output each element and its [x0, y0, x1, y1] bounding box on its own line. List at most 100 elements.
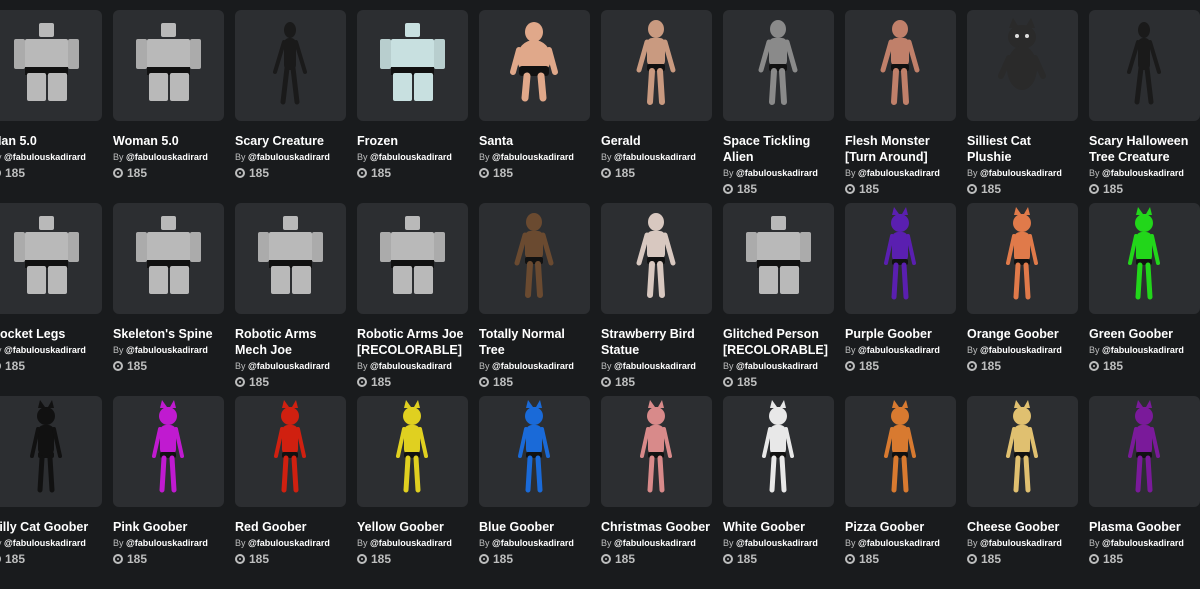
item-thumbnail[interactable] [479, 203, 590, 314]
creator-link[interactable]: @fabulouskadirard [370, 538, 452, 548]
item-name[interactable]: Cheese Goober [967, 519, 1078, 535]
item-thumbnail[interactable] [0, 10, 102, 121]
item-thumbnail[interactable] [479, 10, 590, 121]
catalog-item-card[interactable]: Purple Goober By @fabulouskadirard 185 [845, 203, 956, 396]
catalog-item-card[interactable]: Man 5.0 By @fabulouskadirard 185 [0, 10, 102, 203]
item-thumbnail[interactable] [479, 396, 590, 507]
item-name[interactable]: Santa [479, 133, 590, 149]
catalog-item-card[interactable]: Plasma Goober By @fabulouskadirard 185 [1089, 396, 1200, 589]
item-name[interactable]: Flesh Monster [Turn Around] [845, 133, 956, 165]
creator-link[interactable]: @fabulouskadirard [980, 345, 1062, 355]
item-name[interactable]: Scary Halloween Tree Creature [1089, 133, 1200, 165]
item-name[interactable]: Pink Goober [113, 519, 224, 535]
creator-link[interactable]: @fabulouskadirard [614, 538, 696, 548]
item-thumbnail[interactable] [1089, 10, 1200, 121]
item-thumbnail[interactable] [723, 396, 834, 507]
item-thumbnail[interactable] [967, 396, 1078, 507]
item-thumbnail[interactable] [1089, 203, 1200, 314]
creator-link[interactable]: @fabulouskadirard [614, 361, 696, 371]
item-thumbnail[interactable] [235, 203, 346, 314]
catalog-item-card[interactable]: Santa By @fabulouskadirard 185 [479, 10, 590, 203]
catalog-item-card[interactable]: Flesh Monster [Turn Around] By @fabulous… [845, 10, 956, 203]
creator-link[interactable]: @fabulouskadirard [248, 538, 330, 548]
item-thumbnail[interactable] [845, 10, 956, 121]
creator-link[interactable]: @fabulouskadirard [736, 168, 818, 178]
catalog-item-card[interactable]: Yellow Goober By @fabulouskadirard 185 [357, 396, 468, 589]
item-name[interactable]: Silly Cat Goober [0, 519, 102, 535]
catalog-item-card[interactable]: Pink Goober By @fabulouskadirard 185 [113, 396, 224, 589]
creator-link[interactable]: @fabulouskadirard [248, 152, 330, 162]
creator-link[interactable]: @fabulouskadirard [736, 361, 818, 371]
item-thumbnail[interactable] [0, 396, 102, 507]
item-thumbnail[interactable] [601, 203, 712, 314]
creator-link[interactable]: @fabulouskadirard [4, 152, 86, 162]
item-name[interactable]: Totally Normal Tree [479, 326, 590, 358]
item-name[interactable]: Orange Goober [967, 326, 1078, 342]
catalog-item-card[interactable]: Cheese Goober By @fabulouskadirard 185 [967, 396, 1078, 589]
creator-link[interactable]: @fabulouskadirard [4, 538, 86, 548]
creator-link[interactable]: @fabulouskadirard [980, 538, 1062, 548]
catalog-item-card[interactable]: Robotic Arms Mech Joe By @fabulouskadira… [235, 203, 346, 396]
catalog-item-card[interactable]: Red Goober By @fabulouskadirard 185 [235, 396, 346, 589]
creator-link[interactable]: @fabulouskadirard [4, 345, 86, 355]
item-name[interactable]: Rocket Legs [0, 326, 102, 342]
creator-link[interactable]: @fabulouskadirard [614, 152, 696, 162]
creator-link[interactable]: @fabulouskadirard [126, 538, 208, 548]
creator-link[interactable]: @fabulouskadirard [370, 361, 452, 371]
creator-link[interactable]: @fabulouskadirard [858, 538, 940, 548]
item-name[interactable]: Space Tickling Alien [723, 133, 834, 165]
item-name[interactable]: White Goober [723, 519, 834, 535]
item-thumbnail[interactable] [845, 396, 956, 507]
item-name[interactable]: Christmas Goober [601, 519, 712, 535]
item-name[interactable]: Silliest Cat Plushie [967, 133, 1078, 165]
item-thumbnail[interactable] [235, 396, 346, 507]
item-name[interactable]: Pizza Goober [845, 519, 956, 535]
catalog-item-card[interactable]: Strawberry Bird Statue By @fabulouskadir… [601, 203, 712, 396]
catalog-item-card[interactable]: Frozen By @fabulouskadirard 185 [357, 10, 468, 203]
item-thumbnail[interactable] [357, 10, 468, 121]
creator-link[interactable]: @fabulouskadirard [1102, 345, 1184, 355]
item-name[interactable]: Yellow Goober [357, 519, 468, 535]
item-thumbnail[interactable] [1089, 396, 1200, 507]
item-name[interactable]: Red Goober [235, 519, 346, 535]
item-thumbnail[interactable] [357, 396, 468, 507]
catalog-item-card[interactable]: Robotic Arms Joe [RECOLORABLE] By @fabul… [357, 203, 468, 396]
item-thumbnail[interactable] [723, 10, 834, 121]
item-name[interactable]: Purple Goober [845, 326, 956, 342]
catalog-item-card[interactable]: Totally Normal Tree By @fabulouskadirard… [479, 203, 590, 396]
creator-link[interactable]: @fabulouskadirard [492, 152, 574, 162]
catalog-item-card[interactable]: Christmas Goober By @fabulouskadirard 18… [601, 396, 712, 589]
creator-link[interactable]: @fabulouskadirard [248, 361, 330, 371]
item-name[interactable]: Woman 5.0 [113, 133, 224, 149]
creator-link[interactable]: @fabulouskadirard [980, 168, 1062, 178]
catalog-item-card[interactable]: Woman 5.0 By @fabulouskadirard 185 [113, 10, 224, 203]
creator-link[interactable]: @fabulouskadirard [370, 152, 452, 162]
item-name[interactable]: Blue Goober [479, 519, 590, 535]
item-thumbnail[interactable] [601, 10, 712, 121]
item-name[interactable]: Robotic Arms Joe [RECOLORABLE] [357, 326, 468, 358]
creator-link[interactable]: @fabulouskadirard [1102, 168, 1184, 178]
creator-link[interactable]: @fabulouskadirard [736, 538, 818, 548]
item-thumbnail[interactable] [113, 396, 224, 507]
creator-link[interactable]: @fabulouskadirard [126, 152, 208, 162]
creator-link[interactable]: @fabulouskadirard [858, 345, 940, 355]
catalog-item-card[interactable]: Silliest Cat Plushie By @fabulouskadirar… [967, 10, 1078, 203]
item-thumbnail[interactable] [601, 396, 712, 507]
catalog-item-card[interactable]: Skeleton's Spine By @fabulouskadirard 18… [113, 203, 224, 396]
catalog-item-card[interactable]: Blue Goober By @fabulouskadirard 185 [479, 396, 590, 589]
item-thumbnail[interactable] [967, 203, 1078, 314]
catalog-item-card[interactable]: Silly Cat Goober By @fabulouskadirard 18… [0, 396, 102, 589]
catalog-item-card[interactable]: Scary Halloween Tree Creature By @fabulo… [1089, 10, 1200, 203]
creator-link[interactable]: @fabulouskadirard [1102, 538, 1184, 548]
item-thumbnail[interactable] [235, 10, 346, 121]
item-thumbnail[interactable] [723, 203, 834, 314]
item-name[interactable]: Strawberry Bird Statue [601, 326, 712, 358]
item-name[interactable]: Gerald [601, 133, 712, 149]
creator-link[interactable]: @fabulouskadirard [126, 345, 208, 355]
item-name[interactable]: Plasma Goober [1089, 519, 1200, 535]
catalog-item-card[interactable]: Rocket Legs By @fabulouskadirard 185 [0, 203, 102, 396]
catalog-item-card[interactable]: Green Goober By @fabulouskadirard 185 [1089, 203, 1200, 396]
item-name[interactable]: Robotic Arms Mech Joe [235, 326, 346, 358]
item-thumbnail[interactable] [0, 203, 102, 314]
creator-link[interactable]: @fabulouskadirard [858, 168, 940, 178]
